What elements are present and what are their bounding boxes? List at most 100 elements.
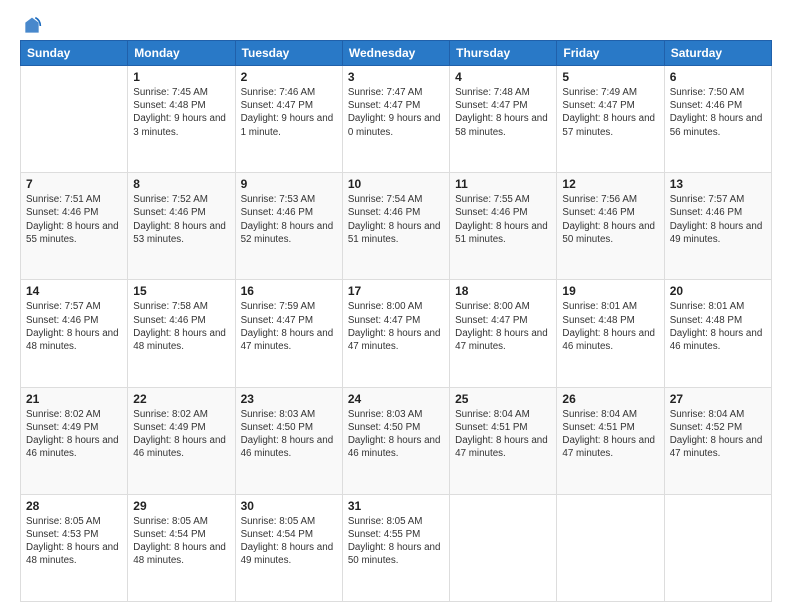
day-info: Sunrise: 8:04 AM Sunset: 4:51 PM Dayligh… (455, 408, 551, 461)
day-number: 2 (241, 70, 337, 84)
week-row-4: 28 Sunrise: 8:05 AM Sunset: 4:53 PM Dayli… (21, 494, 772, 601)
weekday-header-row: SundayMondayTuesdayWednesdayThursdayFrid… (21, 41, 772, 66)
day-info: Sunrise: 8:05 AM Sunset: 4:54 PM Dayligh… (241, 515, 337, 568)
day-info: Sunrise: 8:03 AM Sunset: 4:50 PM Dayligh… (241, 408, 337, 461)
day-number: 25 (455, 392, 551, 406)
calendar: SundayMondayTuesdayWednesdayThursdayFrid… (20, 40, 772, 602)
week-row-1: 7 Sunrise: 7:51 AM Sunset: 4:46 PM Daylig… (21, 173, 772, 280)
day-cell: 16 Sunrise: 7:59 AM Sunset: 4:47 PM Dayli… (235, 280, 342, 387)
day-number: 3 (348, 70, 444, 84)
day-cell: 7 Sunrise: 7:51 AM Sunset: 4:46 PM Daylig… (21, 173, 128, 280)
day-info: Sunrise: 8:01 AM Sunset: 4:48 PM Dayligh… (670, 300, 766, 353)
day-number: 13 (670, 177, 766, 191)
day-info: Sunrise: 7:57 AM Sunset: 4:46 PM Dayligh… (26, 300, 122, 353)
day-info: Sunrise: 8:02 AM Sunset: 4:49 PM Dayligh… (26, 408, 122, 461)
day-cell: 9 Sunrise: 7:53 AM Sunset: 4:46 PM Daylig… (235, 173, 342, 280)
day-cell: 28 Sunrise: 8:05 AM Sunset: 4:53 PM Dayli… (21, 494, 128, 601)
day-cell (450, 494, 557, 601)
day-info: Sunrise: 8:04 AM Sunset: 4:51 PM Dayligh… (562, 408, 658, 461)
week-row-0: 1 Sunrise: 7:45 AM Sunset: 4:48 PM Daylig… (21, 66, 772, 173)
day-number: 4 (455, 70, 551, 84)
day-cell: 31 Sunrise: 8:05 AM Sunset: 4:55 PM Dayli… (342, 494, 449, 601)
day-info: Sunrise: 7:57 AM Sunset: 4:46 PM Dayligh… (670, 193, 766, 246)
day-number: 19 (562, 284, 658, 298)
day-cell: 4 Sunrise: 7:48 AM Sunset: 4:47 PM Daylig… (450, 66, 557, 173)
day-cell: 6 Sunrise: 7:50 AM Sunset: 4:46 PM Daylig… (664, 66, 771, 173)
day-info: Sunrise: 7:50 AM Sunset: 4:46 PM Dayligh… (670, 86, 766, 139)
day-number: 27 (670, 392, 766, 406)
day-info: Sunrise: 8:00 AM Sunset: 4:47 PM Dayligh… (455, 300, 551, 353)
day-cell: 12 Sunrise: 7:56 AM Sunset: 4:46 PM Dayli… (557, 173, 664, 280)
weekday-friday: Friday (557, 41, 664, 66)
day-number: 26 (562, 392, 658, 406)
day-number: 14 (26, 284, 122, 298)
logo-text (20, 16, 42, 36)
day-info: Sunrise: 7:58 AM Sunset: 4:46 PM Dayligh… (133, 300, 229, 353)
day-number: 21 (26, 392, 122, 406)
day-info: Sunrise: 7:51 AM Sunset: 4:46 PM Dayligh… (26, 193, 122, 246)
day-info: Sunrise: 7:59 AM Sunset: 4:47 PM Dayligh… (241, 300, 337, 353)
day-number: 24 (348, 392, 444, 406)
day-cell: 22Sunrise: 8:02 AM Sunset: 4:49 PM Dayli… (128, 387, 235, 494)
day-info: Sunrise: 7:56 AM Sunset: 4:46 PM Dayligh… (562, 193, 658, 246)
weekday-tuesday: Tuesday (235, 41, 342, 66)
day-number: 30 (241, 499, 337, 513)
day-cell (557, 494, 664, 601)
day-number: 5 (562, 70, 658, 84)
day-cell: 5 Sunrise: 7:49 AM Sunset: 4:47 PM Daylig… (557, 66, 664, 173)
day-number: 18 (455, 284, 551, 298)
day-number: 9 (241, 177, 337, 191)
day-info: Sunrise: 7:54 AM Sunset: 4:46 PM Dayligh… (348, 193, 444, 246)
weekday-saturday: Saturday (664, 41, 771, 66)
day-cell: 18 Sunrise: 8:00 AM Sunset: 4:47 PM Dayli… (450, 280, 557, 387)
day-cell: 25 Sunrise: 8:04 AM Sunset: 4:51 PM Dayli… (450, 387, 557, 494)
day-number: 31 (348, 499, 444, 513)
day-number: 29 (133, 499, 229, 513)
day-number: 16 (241, 284, 337, 298)
day-number: 22 (133, 392, 229, 406)
day-number: 11 (455, 177, 551, 191)
weekday-sunday: Sunday (21, 41, 128, 66)
day-cell: 27 Sunrise: 8:04 AM Sunset: 4:52 PM Dayli… (664, 387, 771, 494)
page: SundayMondayTuesdayWednesdayThursdayFrid… (0, 0, 792, 612)
week-row-2: 14 Sunrise: 7:57 AM Sunset: 4:46 PM Dayli… (21, 280, 772, 387)
day-number: 15 (133, 284, 229, 298)
day-cell: 14 Sunrise: 7:57 AM Sunset: 4:46 PM Dayli… (21, 280, 128, 387)
day-info: Sunrise: 7:47 AM Sunset: 4:47 PM Dayligh… (348, 86, 444, 139)
day-cell: 21 Sunrise: 8:02 AM Sunset: 4:49 PM Dayli… (21, 387, 128, 494)
day-number: 12 (562, 177, 658, 191)
day-number: 6 (670, 70, 766, 84)
week-row-3: 21 Sunrise: 8:02 AM Sunset: 4:49 PM Dayli… (21, 387, 772, 494)
day-info: Sunrise: 7:52 AM Sunset: 4:46 PM Dayligh… (133, 193, 229, 246)
day-info: Sunrise: 7:48 AM Sunset: 4:47 PM Dayligh… (455, 86, 551, 139)
day-number: 7 (26, 177, 122, 191)
day-cell: 17 Sunrise: 8:00 AM Sunset: 4:47 PM Dayli… (342, 280, 449, 387)
day-cell: 26 Sunrise: 8:04 AM Sunset: 4:51 PM Dayli… (557, 387, 664, 494)
day-cell: 29Sunrise: 8:05 AM Sunset: 4:54 PM Dayli… (128, 494, 235, 601)
day-info: Sunrise: 8:00 AM Sunset: 4:47 PM Dayligh… (348, 300, 444, 353)
day-info: Sunrise: 8:05 AM Sunset: 4:53 PM Dayligh… (26, 515, 122, 568)
day-info: Sunrise: 8:05 AM Sunset: 4:55 PM Dayligh… (348, 515, 444, 568)
day-number: 17 (348, 284, 444, 298)
day-info: Sunrise: 8:03 AM Sunset: 4:50 PM Dayligh… (348, 408, 444, 461)
day-cell: 13 Sunrise: 7:57 AM Sunset: 4:46 PM Dayli… (664, 173, 771, 280)
day-number: 1 (133, 70, 229, 84)
day-info: Sunrise: 8:04 AM Sunset: 4:52 PM Dayligh… (670, 408, 766, 461)
day-cell: 1 Sunrise: 7:45 AM Sunset: 4:48 PM Daylig… (128, 66, 235, 173)
day-info: Sunrise: 7:45 AM Sunset: 4:48 PM Dayligh… (133, 86, 229, 139)
logo-icon (22, 16, 42, 36)
day-number: 28 (26, 499, 122, 513)
day-cell (21, 66, 128, 173)
weekday-wednesday: Wednesday (342, 41, 449, 66)
day-number: 8 (133, 177, 229, 191)
day-cell: 15 Sunrise: 7:58 AM Sunset: 4:46 PM Dayli… (128, 280, 235, 387)
day-cell (664, 494, 771, 601)
weekday-monday: Monday (128, 41, 235, 66)
weekday-thursday: Thursday (450, 41, 557, 66)
day-cell: 19Sunrise: 8:01 AM Sunset: 4:48 PM Dayli… (557, 280, 664, 387)
logo (20, 16, 42, 32)
day-info: Sunrise: 7:49 AM Sunset: 4:47 PM Dayligh… (562, 86, 658, 139)
day-info: Sunrise: 7:53 AM Sunset: 4:46 PM Dayligh… (241, 193, 337, 246)
header (20, 16, 772, 32)
day-cell: 2Sunrise: 7:46 AM Sunset: 4:47 PM Daylig… (235, 66, 342, 173)
